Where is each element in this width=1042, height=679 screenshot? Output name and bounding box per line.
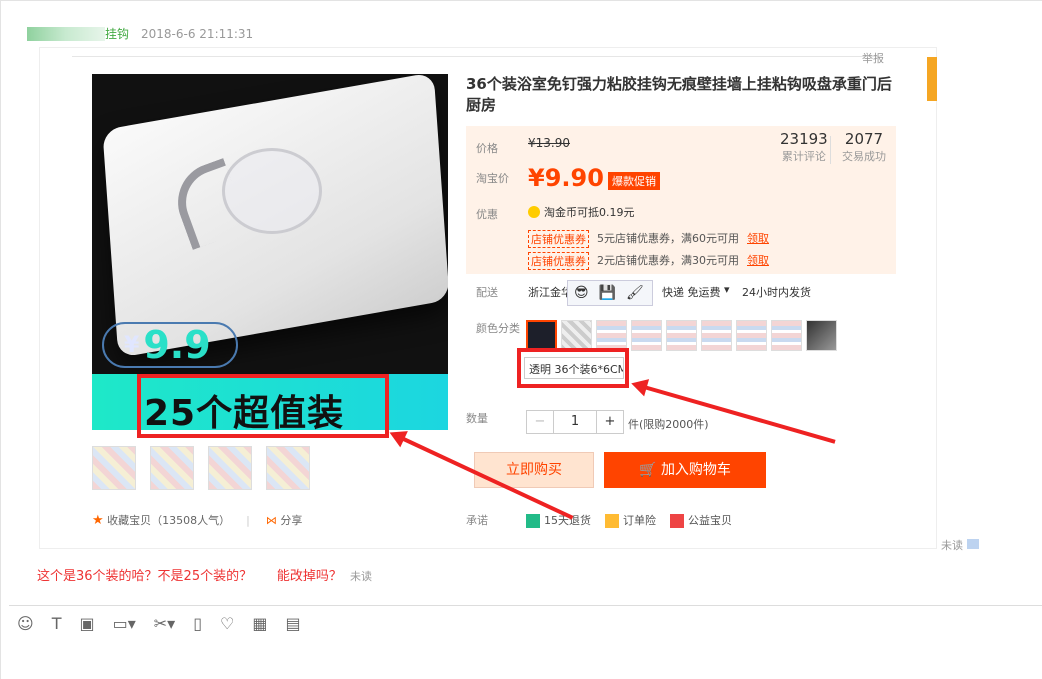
color-options [526, 320, 837, 351]
message-timestamp: 2018-6-6 21:11:31 [141, 26, 254, 41]
shake-icon[interactable]: ▯ [193, 615, 202, 633]
charity-icon [670, 514, 684, 528]
input-toolbar: ☺ T ▣ ▭▾ ✂▾ ▯ ♡ ▦ ▤ [17, 615, 301, 633]
image-icon[interactable]: ▣ [79, 615, 94, 633]
message-header: 挂钩 2018-6-6 21:11:31 [27, 25, 253, 42]
quantity-stepper[interactable]: − 1 + [526, 410, 624, 434]
get-coupon-link[interactable]: 领取 [747, 252, 769, 270]
promise-insurance[interactable]: 订单险 [605, 512, 656, 528]
quantity-limit: 件(限购2000件) [628, 418, 709, 431]
promise-return[interactable]: 15天退货 [526, 512, 591, 528]
color-swatch[interactable] [666, 320, 697, 351]
glasses-icon[interactable]: 😎 [574, 285, 589, 301]
decrement-button[interactable]: − [527, 411, 553, 433]
receipt-icon[interactable]: ▤ [285, 615, 300, 633]
report-link[interactable]: 举报 [862, 50, 884, 66]
stat-transactions[interactable]: 2077 交易成功 [842, 130, 886, 164]
sender-name-blurred [27, 26, 105, 41]
heart-icon[interactable]: ♡ [220, 615, 234, 633]
thumbnail[interactable] [208, 446, 252, 490]
thumbnail[interactable] [92, 446, 136, 490]
folder-icon[interactable]: ▭▾ [113, 615, 136, 633]
sender-name[interactable]: 挂钩 [105, 25, 129, 42]
color-swatch[interactable] [701, 320, 732, 351]
return-icon [526, 514, 540, 528]
star-icon: ★ [92, 513, 104, 528]
add-to-cart-button[interactable]: 🛒 加入购物车 [604, 452, 766, 488]
ship-from: 浙江金华 [528, 286, 572, 299]
color-swatch-selected[interactable] [526, 320, 557, 351]
scissors-icon[interactable]: ✂▾ [154, 615, 175, 633]
coupon-row: 店铺优惠券 5元店铺优惠券，满60元可用 领取 [528, 230, 769, 248]
image-price-badge: ¥ 9.9 [102, 322, 238, 368]
product-card[interactable]: 举报 ¥ 9.9 25个超值装 ★ 收藏宝贝（13508人气） | ⋈ 分享 3… [39, 47, 937, 549]
insurance-icon [605, 514, 619, 528]
quantity-input[interactable]: 1 [553, 411, 597, 433]
ship-time: 24小时内发货 [742, 286, 811, 299]
price-box: 价格 ¥13.90 淘宝价 ¥9.90 爆款促销 23193 累计评论 2077… [466, 126, 896, 274]
taobao-price: ¥9.90 [528, 164, 604, 192]
thumbnail[interactable] [150, 446, 194, 490]
separator: | [246, 513, 250, 527]
favorite-row: ★ 收藏宝贝（13508人气） | ⋈ 分享 [92, 512, 302, 528]
chat-bubble-icon [966, 539, 979, 549]
color-swatch[interactable] [561, 320, 592, 351]
share-icon: ⋈ [265, 514, 277, 527]
unread-status: 未读 [941, 537, 979, 553]
emoji-icon[interactable]: ☺ [17, 615, 34, 633]
taojinbi-offer: 淘金币可抵0.19元 [528, 204, 635, 220]
input-divider [9, 605, 1042, 606]
calculator-icon[interactable]: ▦ [252, 615, 267, 633]
brush-icon[interactable]: 🖌 [626, 285, 644, 301]
reply-message: 这个是36个装的哈？不是25个装的？ 能改掉吗？ 未读 [37, 569, 373, 584]
coin-icon [528, 206, 540, 218]
chat-window: 挂钩 2018-6-6 21:11:31 举报 ¥ 9.9 25个超值装 ★ 收… [0, 0, 1042, 679]
thumbnail-strip [92, 446, 310, 490]
color-swatch[interactable] [736, 320, 767, 351]
side-panel-badge [927, 57, 937, 101]
stat-reviews[interactable]: 23193 累计评论 [780, 130, 828, 164]
promo-badge: 爆款促销 [608, 172, 660, 190]
favorite-button[interactable]: ★ 收藏宝贝（13508人气） [92, 512, 230, 528]
chevron-down-icon[interactable]: ▾ [724, 283, 730, 296]
color-swatch[interactable] [771, 320, 802, 351]
promise-charity[interactable]: 公益宝贝 [670, 512, 732, 528]
share-button[interactable]: ⋈ 分享 [266, 512, 303, 528]
read-status: 未读 [350, 570, 373, 583]
color-swatch[interactable] [806, 320, 837, 351]
color-swatch[interactable] [596, 320, 627, 351]
annotation-box-tooltip [517, 348, 629, 388]
text-icon[interactable]: T [52, 615, 62, 633]
coupon-row: 店铺优惠券 2元店铺优惠券，满30元可用 领取 [528, 252, 769, 270]
promise-row: 承诺 15天退货 订单险 公益宝贝 [466, 512, 732, 528]
stat-divider [830, 136, 831, 164]
thumbnail[interactable] [266, 446, 310, 490]
get-coupon-link[interactable]: 领取 [747, 230, 769, 248]
image-toolbar-popup: 😎 💾 🖌 [567, 280, 653, 306]
product-title[interactable]: 36个装浴室免钉强力粘胶挂钩无痕壁挂墙上挂粘钩吸盘承重门后厨房 [466, 74, 896, 116]
ship-method[interactable]: 快递 免运费 [662, 284, 721, 300]
card-top-border [72, 56, 880, 57]
original-price: ¥13.90 [528, 136, 570, 150]
save-icon[interactable]: 💾 [599, 285, 616, 301]
color-swatch[interactable] [631, 320, 662, 351]
increment-button[interactable]: + [597, 411, 623, 433]
annotation-box-banner [137, 374, 389, 438]
